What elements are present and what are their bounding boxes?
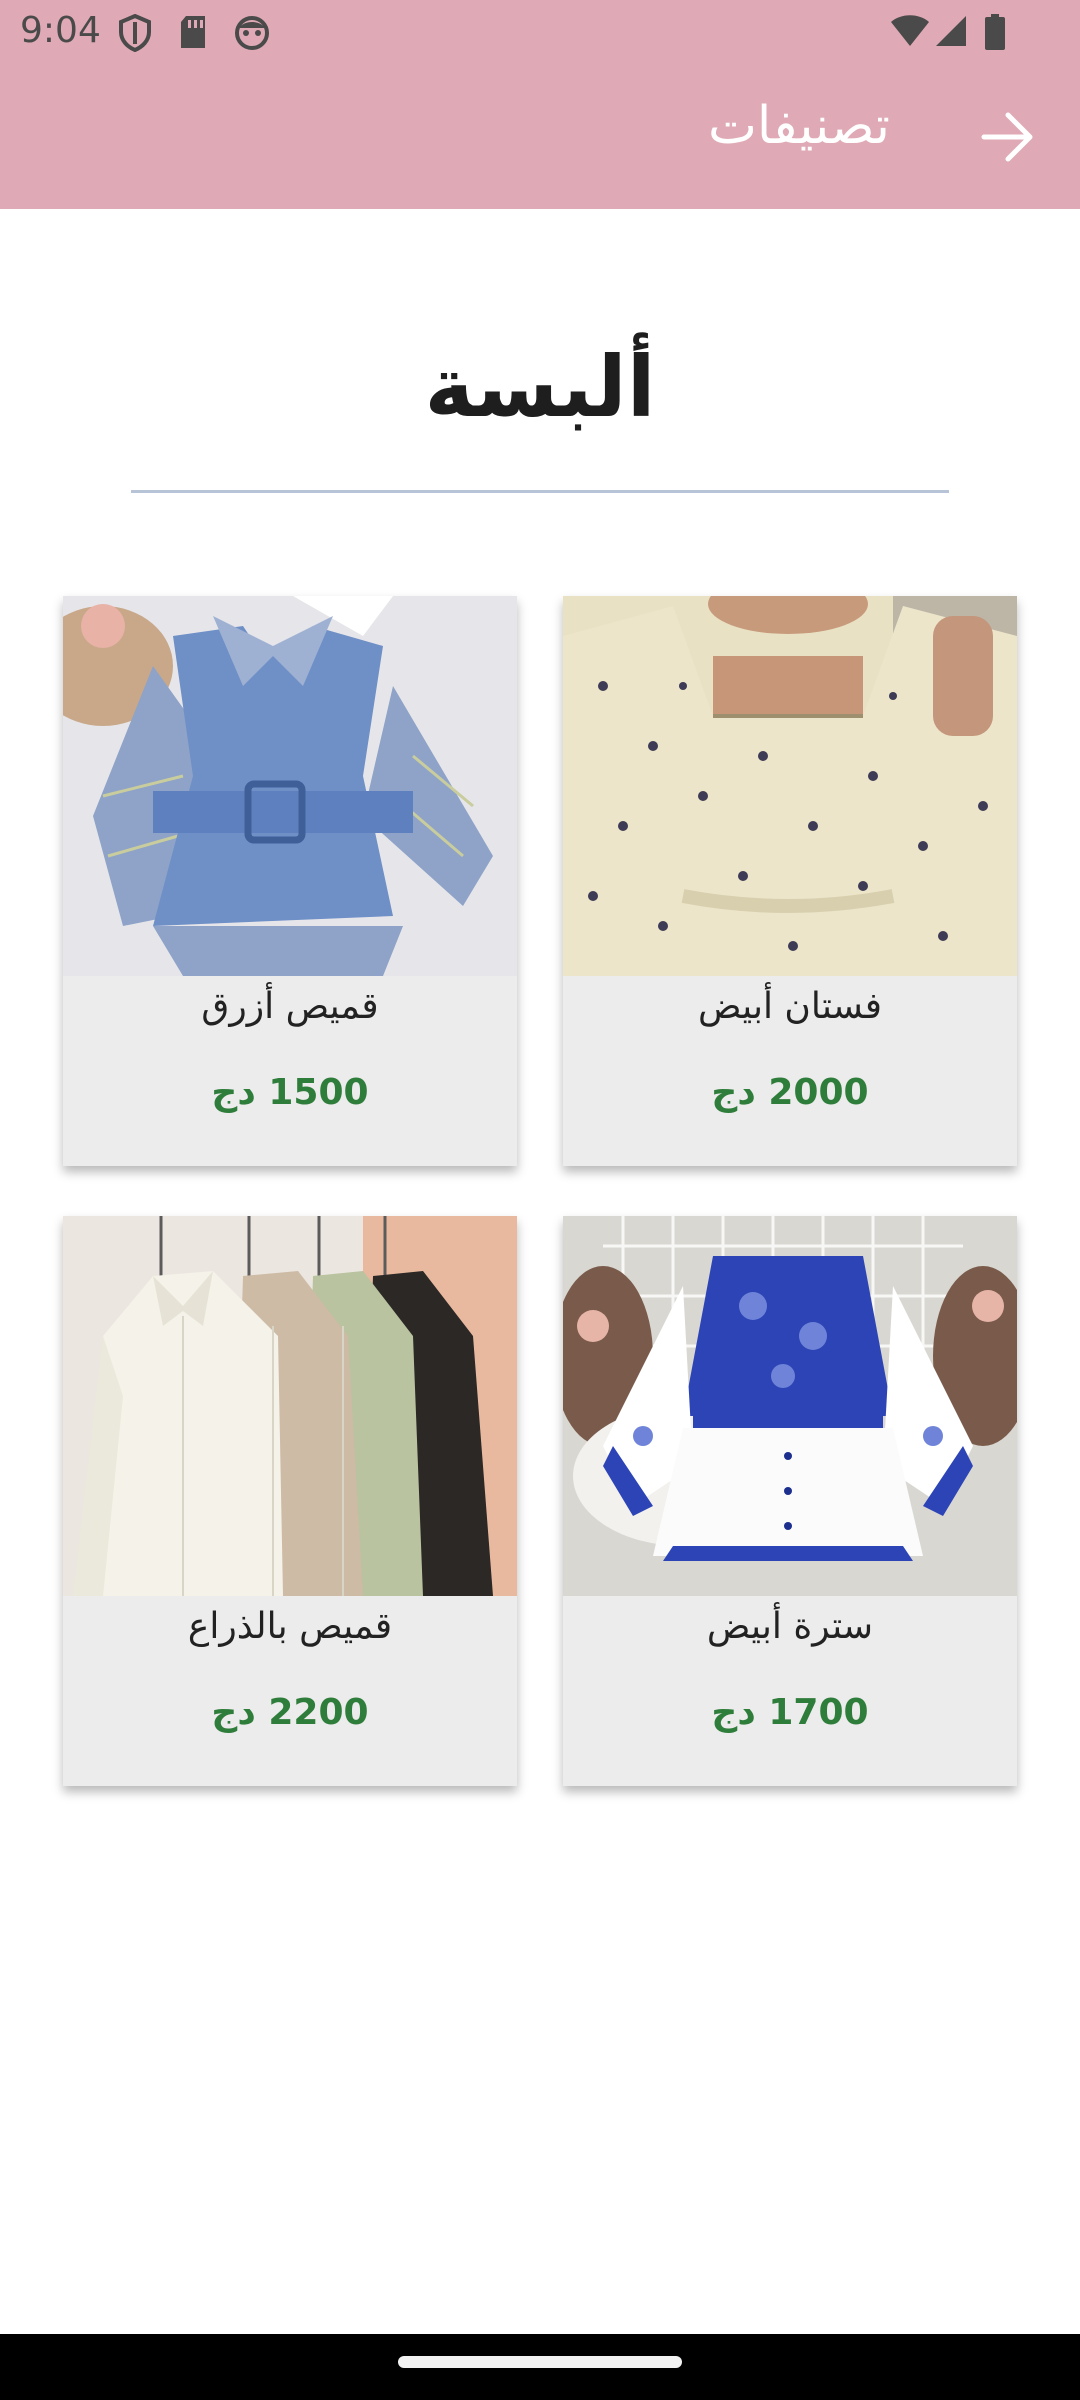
product-price: 2000 دج xyxy=(711,1072,869,1113)
shield-icon xyxy=(119,14,151,52)
product-name: سترة أبيض xyxy=(706,1606,874,1647)
product-card[interactable]: فستان أبيض 2000 دج xyxy=(563,596,1017,1166)
product-card[interactable]: قميص أزرق 1500 دج xyxy=(63,596,517,1166)
product-image-satin-shirts xyxy=(63,1216,517,1596)
heading-divider xyxy=(131,490,949,493)
status-bar: 9:04 xyxy=(0,0,1080,64)
status-time: 9:04 xyxy=(20,10,101,51)
product-price: 1500 دج xyxy=(211,1072,369,1113)
app-bar: 9:04 تصنيفات xyxy=(0,0,1080,209)
product-image-porcelain-blouse xyxy=(563,1216,1017,1596)
product-name: فستان أبيض xyxy=(697,986,883,1027)
product-image-floral-dress xyxy=(563,596,1017,976)
product-price: 1700 دج xyxy=(711,1692,869,1733)
page-heading: ألبسة xyxy=(424,338,656,436)
arrow-back-icon[interactable] xyxy=(976,106,1038,168)
home-indicator[interactable] xyxy=(398,2356,682,2368)
battery-icon xyxy=(985,14,1005,50)
product-card[interactable]: قميص بالذراع 2200 دج xyxy=(63,1216,517,1786)
wifi-icon xyxy=(891,15,929,46)
product-name: قميص بالذراع xyxy=(187,1606,393,1647)
signal-icon xyxy=(936,16,966,46)
product-name: قميص أزرق xyxy=(201,986,379,1027)
product-card[interactable]: سترة أبيض 1700 دج xyxy=(563,1216,1017,1786)
android-face-icon xyxy=(235,16,269,50)
product-price: 2200 دج xyxy=(211,1692,369,1733)
toolbar-title: تصنيفات xyxy=(707,96,890,156)
product-image-blue-vest xyxy=(63,596,517,976)
sd-card-icon xyxy=(181,16,205,48)
